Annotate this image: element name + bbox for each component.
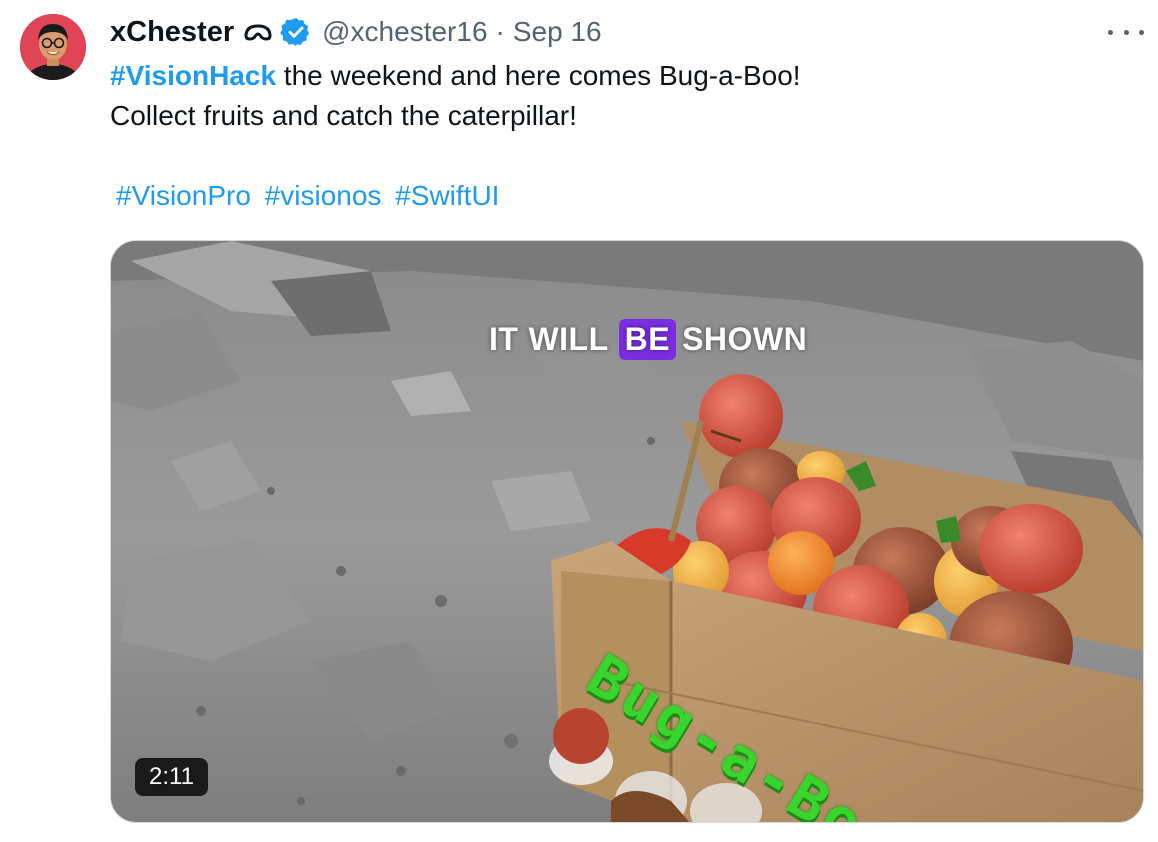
hashtag-visionpro[interactable]: #VisionPro — [116, 180, 251, 211]
tweet-date[interactable]: Sep 16 — [513, 16, 602, 48]
author-avatar[interactable] — [20, 14, 86, 80]
header-separator: · — [495, 16, 505, 47]
more-dot — [1139, 29, 1144, 35]
video-caption: IT WILL BE SHOWN — [489, 319, 817, 360]
more-horizontal-icon — [1108, 29, 1113, 35]
more-options-button[interactable] — [1108, 20, 1144, 44]
author-display-name[interactable]: xChester — [110, 16, 234, 49]
hashtag-swiftui[interactable]: #SwiftUI — [395, 180, 499, 211]
author-handle[interactable]: @xchester16 — [322, 16, 487, 48]
person-avatar-icon — [20, 14, 86, 80]
caption-word: SHOWN — [682, 321, 808, 357]
video-duration-badge: 2:11 — [135, 758, 208, 796]
tweet-header: xChester @xchester16 · Sep 16 — [110, 14, 602, 50]
tweet-line-1-text: the weekend and here comes Bug-a-Boo! — [276, 60, 801, 91]
hashtag-visionos[interactable]: #visionos — [265, 180, 382, 211]
tweet-line-1: #VisionHack the weekend and here comes B… — [110, 56, 1140, 96]
video-player[interactable]: Bug-a-Boo IT WILL BE SHOWN 2:11 — [110, 240, 1144, 823]
caption-word: WILL — [528, 321, 609, 357]
verified-badge-icon[interactable] — [280, 16, 312, 48]
hashtag-list: #VisionPro #visionos #SwiftUI — [116, 176, 505, 216]
more-dot — [1123, 29, 1129, 35]
tweet-line-2: Collect fruits and catch the caterpillar… — [110, 100, 577, 131]
tweet-card: xChester @xchester16 · Sep 16 #VisionHac… — [0, 0, 1158, 842]
hashtag-visionhack[interactable]: #VisionHack — [110, 60, 276, 91]
caption-highlight-word: BE — [618, 319, 677, 360]
caption-word: IT — [489, 321, 519, 357]
tweet-text: #VisionHack the weekend and here comes B… — [110, 56, 1140, 136]
vision-pro-glyph-icon — [242, 22, 274, 42]
